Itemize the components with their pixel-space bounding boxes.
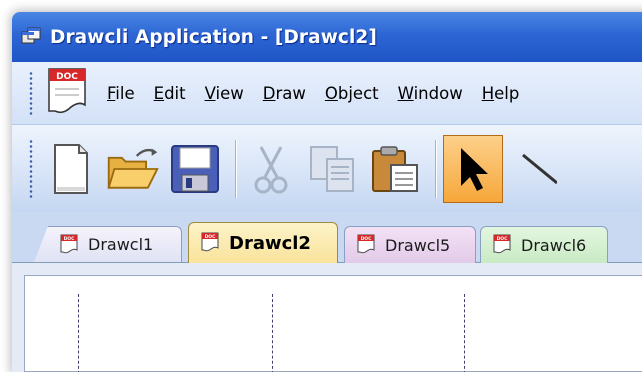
tab-drawcl5[interactable]: DOC Drawcl5 bbox=[344, 226, 476, 263]
menu-window[interactable]: Window bbox=[398, 84, 463, 103]
title-bar[interactable]: Drawcli Application - [Drawcl2] bbox=[12, 12, 642, 62]
menu-file[interactable]: File bbox=[107, 84, 135, 103]
copy-icon bbox=[310, 146, 354, 192]
svg-text:DOC: DOC bbox=[205, 234, 217, 240]
menu-view[interactable]: View bbox=[205, 84, 244, 103]
doc-icon: DOC bbox=[201, 232, 219, 252]
paste-clipboard-icon bbox=[372, 146, 418, 192]
tab-label: Drawcl5 bbox=[385, 235, 451, 255]
window-title: Drawcli Application - [Drawcl2] bbox=[50, 26, 377, 48]
svg-text:DOC: DOC bbox=[64, 236, 76, 242]
tab-drawcl2[interactable]: DOC Drawcl2 bbox=[188, 222, 338, 263]
menu-edit[interactable]: Edit bbox=[154, 84, 186, 103]
page-boundary-line bbox=[78, 294, 79, 372]
toolbar-separator bbox=[235, 140, 237, 198]
doc-icon: DOC bbox=[357, 234, 375, 254]
toolbar bbox=[12, 124, 642, 213]
svg-text:DOC: DOC bbox=[497, 236, 509, 242]
select-arrow-icon bbox=[461, 148, 488, 191]
paste-button[interactable] bbox=[367, 137, 423, 201]
save-button[interactable] bbox=[167, 137, 223, 201]
tab-drawcl1[interactable]: DOC Drawcl1 bbox=[34, 226, 182, 262]
app-window-icon bbox=[21, 27, 41, 44]
doc-icon: DOC bbox=[493, 234, 511, 254]
new-document-icon bbox=[54, 144, 88, 194]
tab-label: Drawcl1 bbox=[88, 235, 154, 254]
toolbar-separator bbox=[435, 140, 437, 198]
open-folder-icon bbox=[107, 148, 159, 189]
doc-icon: DOC bbox=[60, 234, 78, 253]
toolbar-grip[interactable] bbox=[29, 139, 33, 199]
menubar-grip[interactable] bbox=[29, 71, 33, 115]
app-window: Drawcli Application - [Drawcl2] DOC File… bbox=[12, 12, 642, 372]
tab-label: Drawcl6 bbox=[521, 235, 587, 255]
new-button[interactable] bbox=[43, 137, 99, 201]
drawing-canvas[interactable] bbox=[24, 275, 642, 372]
menu-help[interactable]: Help bbox=[482, 84, 520, 103]
document-tab-strip: DOC Drawcl1 DOC Drawcl2 DOC Drawcl5 DOC … bbox=[12, 212, 642, 263]
svg-text:DOC: DOC bbox=[361, 236, 373, 242]
cut-scissors-icon bbox=[254, 146, 288, 194]
menu-bar: DOC File Edit View Draw Object Window He… bbox=[12, 62, 642, 124]
menu-draw[interactable]: Draw bbox=[263, 84, 306, 103]
select-tool-button[interactable] bbox=[443, 135, 503, 203]
tab-label: Drawcl2 bbox=[229, 232, 311, 254]
page-boundary-line bbox=[272, 294, 273, 372]
document-area bbox=[12, 263, 642, 372]
page-boundary-line bbox=[464, 294, 465, 372]
tab-drawcl6[interactable]: DOC Drawcl6 bbox=[480, 226, 608, 263]
open-button[interactable] bbox=[105, 137, 161, 201]
line-tool-icon bbox=[522, 153, 557, 185]
svg-text:DOC: DOC bbox=[56, 72, 78, 82]
save-disk-icon bbox=[171, 145, 219, 193]
line-tool-button[interactable] bbox=[509, 137, 565, 201]
menu-object[interactable]: Object bbox=[325, 84, 379, 103]
cut-button[interactable] bbox=[243, 137, 299, 201]
doc-icon[interactable]: DOC bbox=[41, 65, 97, 121]
copy-button[interactable] bbox=[305, 137, 361, 201]
